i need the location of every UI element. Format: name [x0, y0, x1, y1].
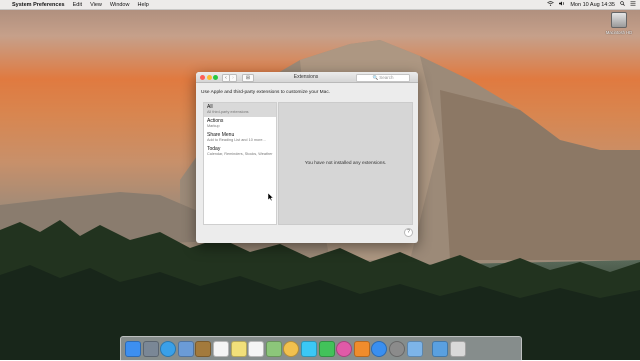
- sidebar-item-actions[interactable]: Actions Markup: [204, 117, 276, 131]
- extensions-sidebar: All All third-party extensions Actions M…: [203, 102, 277, 225]
- window-title: Extensions: [293, 73, 319, 80]
- safari-icon[interactable]: [160, 341, 177, 357]
- photo-icon[interactable]: [177, 341, 194, 357]
- menu-view[interactable]: View: [90, 2, 102, 8]
- menu-app-name[interactable]: System Preferences: [12, 2, 65, 8]
- macintosh-hd-volume[interactable]: Macintosh HD: [604, 12, 634, 35]
- empty-message: You have not installed any extensions.: [304, 161, 387, 166]
- notes-icon[interactable]: [230, 341, 247, 357]
- spotlight-icon[interactable]: [620, 1, 625, 8]
- hard-disk-icon: [611, 12, 627, 28]
- mouse-cursor-icon: [268, 193, 274, 201]
- menu-edit[interactable]: Edit: [73, 2, 82, 8]
- calendar-icon[interactable]: [213, 341, 229, 357]
- itunes-icon[interactable]: [336, 341, 353, 357]
- launchpad-icon[interactable]: [142, 341, 159, 357]
- downloads-stack-icon[interactable]: [432, 341, 449, 357]
- menu-bar: System Preferences Edit View Window Help…: [0, 0, 640, 10]
- extensions-detail-pane: You have not installed any extensions.: [278, 102, 413, 225]
- window-titlebar[interactable]: ‹ › ⊞ Extensions 🔍 Search: [196, 72, 418, 83]
- volume-label: Macintosh HD: [605, 30, 633, 35]
- clock[interactable]: Mon 10 Aug 14:35: [570, 2, 615, 8]
- wifi-icon[interactable]: [547, 1, 555, 8]
- reminders-icon[interactable]: [248, 341, 265, 357]
- facetime-icon[interactable]: [318, 341, 335, 357]
- sidebar-item-subtitle: Markup: [207, 124, 220, 128]
- photos-icon[interactable]: [283, 341, 300, 357]
- ibooks-icon[interactable]: [353, 341, 370, 357]
- sidebar-item-share-menu[interactable]: Share Menu Add to Reading List and 10 mo…: [204, 131, 276, 145]
- sidebar-item-subtitle: Add to Reading List and 10 more...: [207, 138, 266, 142]
- zoom-button[interactable]: [213, 75, 218, 80]
- app-store-icon[interactable]: [371, 341, 388, 357]
- downloads-folder-icon[interactable]: [406, 341, 423, 357]
- dock: [120, 336, 522, 361]
- help-button[interactable]: ?: [404, 228, 413, 237]
- finder-icon[interactable]: [125, 341, 141, 357]
- description-text: Use Apple and third-party extensions to …: [201, 90, 331, 95]
- show-all-button[interactable]: ⊞: [242, 74, 254, 82]
- volume-icon[interactable]: [559, 1, 565, 8]
- messages-icon[interactable]: [301, 341, 317, 357]
- extensions-window: ‹ › ⊞ Extensions 🔍 Search Use Apple and …: [196, 72, 418, 243]
- forward-button[interactable]: ›: [229, 74, 237, 82]
- sidebar-item-subtitle: All third-party extensions: [207, 110, 249, 114]
- system-preferences-icon[interactable]: [389, 341, 405, 357]
- minimize-button[interactable]: [206, 75, 212, 80]
- status-area: Mon 10 Aug 14:35: [542, 1, 640, 8]
- notifications-icon[interactable]: [630, 1, 636, 8]
- close-button[interactable]: [200, 75, 205, 80]
- notefile-icon[interactable]: [195, 341, 212, 357]
- trash-icon[interactable]: [449, 341, 466, 357]
- maps-icon[interactable]: [265, 341, 282, 357]
- search-field[interactable]: 🔍 Search: [356, 74, 410, 82]
- menu-window[interactable]: Window: [110, 2, 130, 8]
- sidebar-item-all[interactable]: All All third-party extensions: [204, 103, 276, 117]
- sidebar-item-subtitle: Calendar, Reminders, Stocks, Weather: [207, 152, 273, 156]
- sidebar-item-today[interactable]: Today Calendar, Reminders, Stocks, Weath…: [204, 145, 276, 159]
- menu-help[interactable]: Help: [137, 2, 148, 8]
